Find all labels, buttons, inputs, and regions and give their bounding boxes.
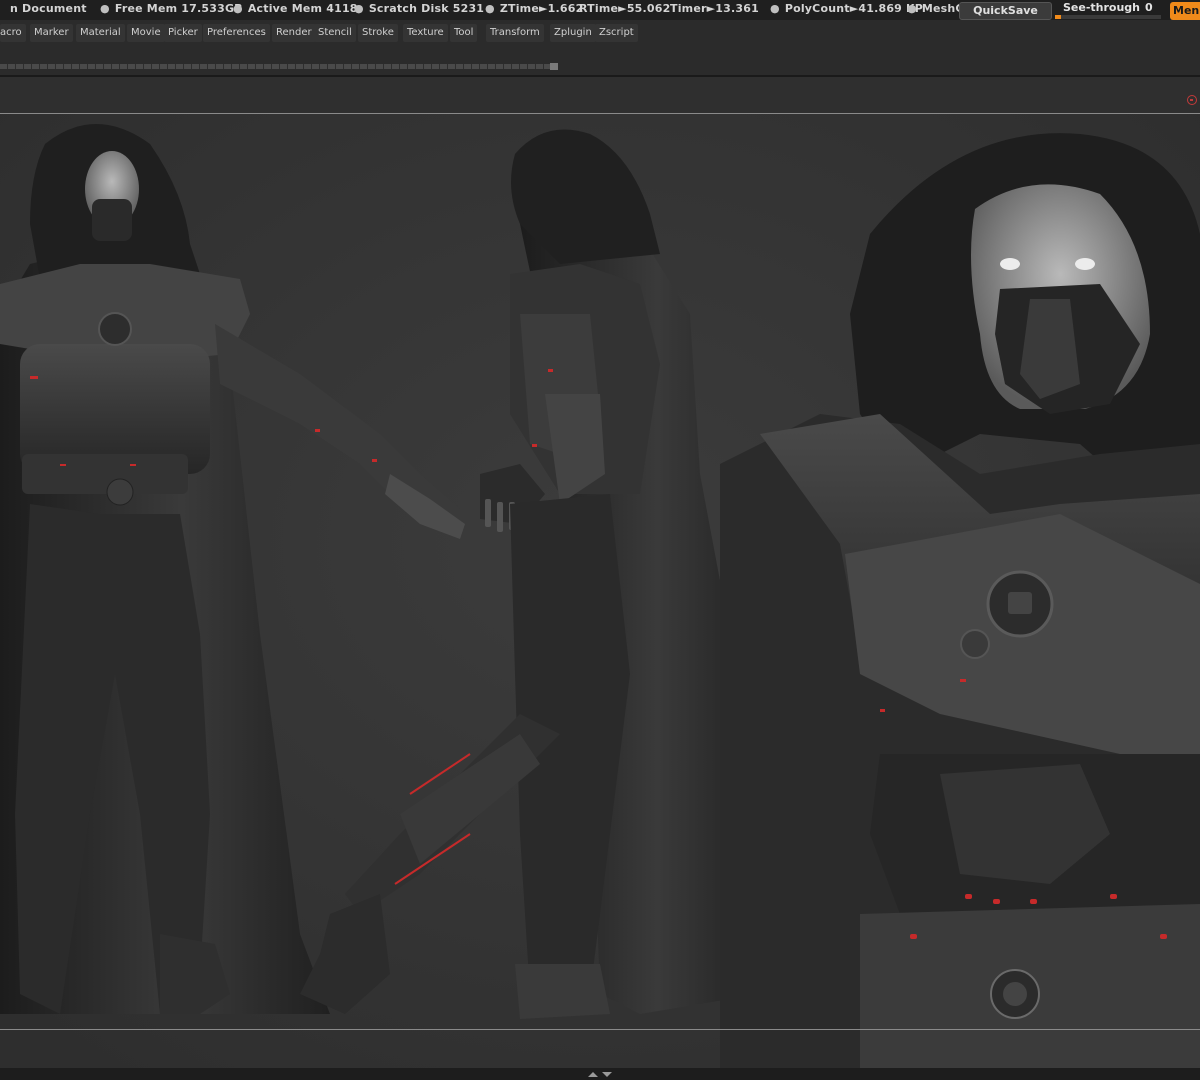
meshcount-text: MeshCo [921,2,959,15]
main-menu-bar: acro Marker Material Movie Picker Preferences… [0,20,1200,46]
menu-item-stroke[interactable]: Stroke [358,24,398,42]
bullet-icon: ● [907,2,917,15]
see-through-fill [1055,15,1062,19]
menu-item-picker[interactable]: Picker [164,24,202,42]
menu-item-texture[interactable]: Texture [403,24,448,42]
menu-item-tool[interactable]: Tool [450,24,478,42]
progress-shelf [0,46,1200,76]
sculpt-render [0,114,1200,1068]
free-mem-readout: ● Free Mem 17.533GB [100,2,243,15]
bullet-icon: ● [354,2,364,15]
menu-item-stencil[interactable]: Stencil [314,24,356,42]
active-mem-readout: ● Active Mem 4118 [233,2,358,15]
meshcount-readout: ● MeshCo [907,2,959,15]
bullet-icon: ● [233,2,243,15]
close-icon[interactable] [1187,95,1197,105]
polycount-readout: ● PolyCount►41.869 KP [770,2,923,15]
menu-item-zplugin[interactable]: Zplugin [550,24,596,42]
free-mem-text: Free Mem 17.533GB [114,2,243,15]
menu-item-transform[interactable]: Transform [486,24,544,42]
see-through-slider[interactable]: See-through 0 [1055,0,1165,20]
timer-readout: Timer►13.361 [670,2,759,15]
canvas-frame-line [0,1029,1200,1030]
menu-item-render[interactable]: Render [272,24,316,42]
menu-item-zscript[interactable]: Zscript [595,24,638,42]
scratch-disk-readout: ● Scratch Disk 5231 [354,2,484,15]
see-through-track[interactable] [1055,15,1161,19]
document-title: n Document [10,2,87,15]
progress-bar [0,64,550,69]
scratch-disk-text: Scratch Disk 5231 [368,2,485,15]
bullet-icon: ● [485,2,495,15]
menu-item-marker[interactable]: Marker [30,24,73,42]
see-through-value: 0 [1145,1,1153,14]
quicksave-button[interactable]: QuickSave [959,2,1052,20]
ztime-readout: ● ZTime►1.662 [485,2,583,15]
document-canvas[interactable] [0,113,1200,1068]
see-through-label: See-through [1063,1,1141,14]
menus-toggle-button[interactable]: Menus [1170,2,1200,20]
progress-bar-handle[interactable] [550,63,558,70]
ztime-text: ZTime►1.662 [499,2,584,15]
bullet-icon: ● [100,2,110,15]
rtime-readout: RTime►55.062 [579,2,671,15]
bullet-icon: ● [770,2,780,15]
menu-item-material[interactable]: Material [76,24,125,42]
canvas-header-strip [0,77,1200,113]
menu-item-movie[interactable]: Movie [127,24,165,42]
title-status-bar: n Document ● Free Mem 17.533GB ● Active Me… [0,0,1200,20]
chevron-handle-icon[interactable] [585,1069,615,1079]
polycount-text: PolyCount►41.869 KP [784,2,924,15]
active-mem-text: Active Mem 4118 [247,2,358,15]
menu-item-preferences[interactable]: Preferences [203,24,270,42]
menu-item-acro[interactable]: acro [0,24,26,42]
